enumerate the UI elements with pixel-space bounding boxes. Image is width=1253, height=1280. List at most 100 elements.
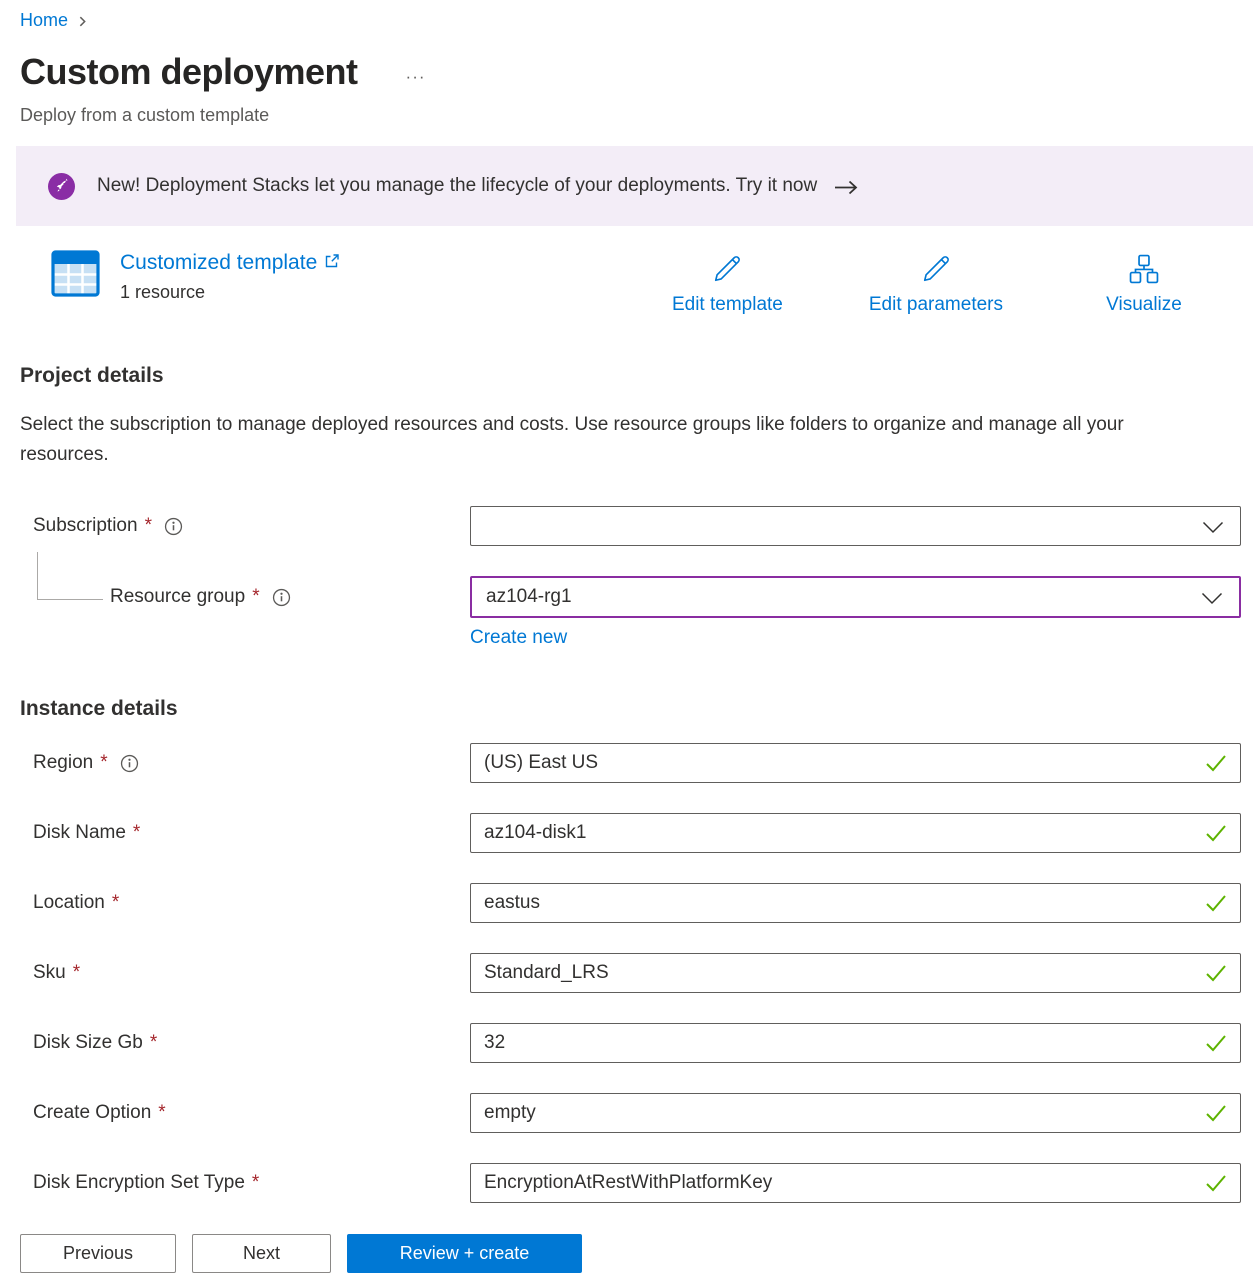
chevron-down-icon [1202,521,1224,534]
disk-size-input-col [470,1023,1241,1063]
disk-name-label: Disk Name * [33,822,470,844]
external-link-icon [324,251,340,275]
create-option-input-wrap [470,1093,1241,1133]
region-input-wrap [470,743,1241,783]
location-input[interactable] [471,884,1205,922]
template-resource-count: 1 resource [120,282,340,303]
disk-name-label-text: Disk Name [33,822,126,844]
region-input[interactable] [471,744,1205,782]
subscription-dropdown[interactable] [470,506,1241,546]
edit-template-button[interactable]: Edit template [672,250,783,316]
region-label: Region * [33,752,470,774]
breadcrumb: Home [20,0,1241,31]
location-input-wrap [470,883,1241,923]
required-asterisk: * [252,1172,259,1194]
info-icon[interactable] [164,517,183,536]
more-options-button[interactable]: ··· [406,67,426,87]
sku-input[interactable] [471,954,1205,992]
sku-input-wrap [470,953,1241,993]
resource-group-input-col: az104-rg1 [470,576,1241,618]
valid-check-icon [1205,1174,1227,1192]
required-asterisk: * [100,752,107,774]
valid-check-icon [1205,754,1227,772]
info-icon[interactable] [272,588,291,607]
project-details-heading: Project details [20,364,1241,388]
disk-name-input-wrap [470,813,1241,853]
disk-encryption-set-type-input[interactable] [471,1164,1205,1202]
previous-button[interactable]: Previous [20,1234,176,1273]
template-actions: Edit template Edit parameters Visualize [672,250,1199,316]
disk-size-label: Disk Size Gb* [33,1032,470,1054]
visualize-label: Visualize [1106,294,1182,316]
header: Custom deployment ··· [20,51,1241,93]
next-button[interactable]: Next [192,1234,331,1273]
disk-encryption-set-type-label-text: Disk Encryption Set Type [33,1172,245,1194]
location-label: Location * [33,892,470,914]
template-icon [51,250,100,297]
visualize-button[interactable]: Visualize [1089,250,1199,316]
disk-name-row: Disk Name * [33,813,1241,853]
edit-template-label: Edit template [672,294,783,316]
subscription-row: Subscription * [33,506,1241,546]
review-create-button[interactable]: Review + create [347,1234,582,1273]
breadcrumb-home-link[interactable]: Home [20,10,68,31]
required-asterisk: * [112,892,119,914]
template-name: Customized template [120,251,317,275]
create-new-row: Create new [470,627,1241,649]
resource-group-row: Resource group * az104-rg1 [33,576,1241,618]
resource-group-dropdown[interactable]: az104-rg1 [470,576,1241,618]
disk-encryption-set-type-label: Disk Encryption Set Type * [33,1172,470,1194]
required-asterisk: * [158,1102,165,1124]
disk-name-input[interactable] [471,814,1205,852]
create-option-row: Create Option * [33,1093,1241,1133]
pencil-icon [918,250,954,288]
subscription-label-text: Subscription [33,515,138,537]
region-label-text: Region [33,752,93,774]
valid-check-icon [1205,824,1227,842]
disk-name-input-col [470,813,1241,853]
sku-input-col [470,953,1241,993]
org-chart-icon [1127,250,1161,288]
subscription-label: Subscription * [33,515,470,537]
chevron-down-icon [1201,592,1223,605]
location-input-col [470,883,1241,923]
arrow-right-icon [833,179,859,196]
project-details-form: Subscription * Resource group * [20,506,1241,649]
required-asterisk: * [133,822,140,844]
valid-check-icon [1205,1104,1227,1122]
edit-parameters-label: Edit parameters [869,294,1003,316]
breadcrumb-chevron-icon [76,15,89,28]
wizard-footer: Previous Next Review + create [0,1210,1253,1280]
location-row: Location * [33,883,1241,923]
valid-check-icon [1205,1034,1227,1052]
disk-encryption-set-type-row: Disk Encryption Set Type * [33,1163,1241,1203]
valid-check-icon [1205,964,1227,982]
disk-size-input[interactable] [471,1024,1205,1062]
sku-label: Sku * [33,962,470,984]
project-details-description: Select the subscription to manage deploy… [20,410,1165,470]
create-option-input-col [470,1093,1241,1133]
edit-parameters-button[interactable]: Edit parameters [869,250,1003,316]
resource-group-label-text: Resource group [110,586,245,608]
disk-size-row: Disk Size Gb* [33,1023,1241,1063]
required-asterisk: * [252,586,259,608]
banner-message: New! Deployment Stacks let you manage th… [97,175,817,197]
info-icon[interactable] [120,754,139,773]
deployment-stacks-banner[interactable]: New! Deployment Stacks let you manage th… [16,146,1253,226]
tree-connector [37,552,103,600]
create-option-label-text: Create Option [33,1102,151,1124]
location-label-text: Location [33,892,105,914]
required-asterisk: * [73,962,80,984]
customized-template-link[interactable]: Customized template [120,251,340,275]
create-option-label: Create Option * [33,1102,470,1124]
create-new-link[interactable]: Create new [470,627,567,648]
template-meta: Customized template 1 resource [120,250,340,303]
create-option-input[interactable] [471,1094,1205,1132]
region-row: Region * [33,743,1241,783]
required-asterisk: * [145,515,152,537]
instance-details-heading: Instance details [20,697,1241,721]
pencil-icon [709,250,745,288]
template-card: Customized template 1 resource [51,250,340,303]
page-subtitle: Deploy from a custom template [20,105,1241,126]
sku-label-text: Sku [33,962,66,984]
